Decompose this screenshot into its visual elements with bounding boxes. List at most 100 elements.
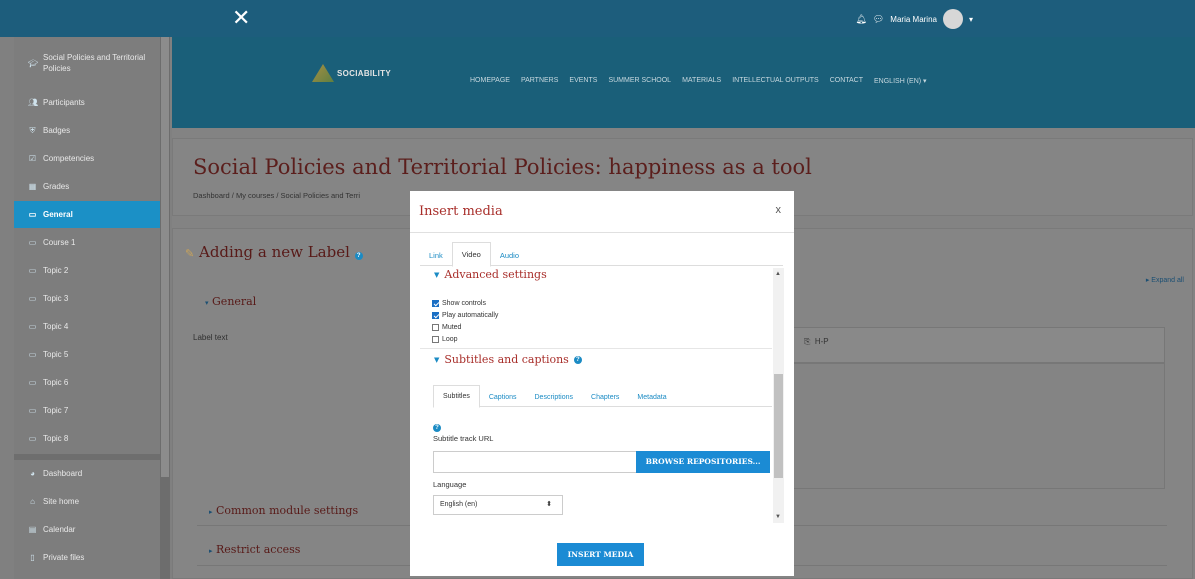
- scroll-down-icon[interactable]: ▼: [775, 514, 781, 520]
- drawer-scrollbar-thumb[interactable]: [161, 37, 169, 477]
- drawer-item-label: Dashboard: [43, 469, 83, 478]
- nav-language[interactable]: ENGLISH (EN) ▾: [874, 77, 927, 85]
- form-heading-text: Adding a new Label: [199, 243, 350, 261]
- home-icon: ⌂: [30, 497, 35, 506]
- restrict-access-label: Restrict access: [216, 543, 301, 556]
- section-divider: [420, 348, 772, 349]
- help-icon[interactable]: ?: [573, 355, 582, 364]
- tab-link[interactable]: Link: [420, 244, 452, 267]
- drawer-item-site-home[interactable]: ⌂ Site home: [14, 488, 160, 515]
- drawer-item-topic-2[interactable]: ▭ Topic 2: [14, 257, 160, 284]
- dialog-title: Insert media: [419, 204, 503, 219]
- nav-summer-school[interactable]: SUMMER SCHOOL: [608, 77, 671, 85]
- drawer-item-topic-4[interactable]: ▭ Topic 4: [14, 313, 160, 340]
- subtab-subtitles[interactable]: Subtitles: [433, 385, 480, 408]
- checkbox[interactable]: [432, 300, 439, 307]
- scroll-up-icon[interactable]: ▲: [775, 271, 781, 277]
- show-controls-checkbox[interactable]: Show controls: [432, 300, 486, 307]
- folder-icon: ▭: [28, 238, 37, 247]
- folder-icon: ▭: [28, 294, 37, 303]
- dialog-scrollbar-thumb[interactable]: [774, 374, 783, 478]
- help-icon[interactable]: ?: [433, 424, 441, 432]
- graduation-cap-icon: 🎓︎: [28, 58, 39, 68]
- site-header: SOCIABILITY HOMEPAGE PARTNERS EVENTS SUM…: [172, 37, 1195, 128]
- close-drawer-icon[interactable]: ✕: [232, 5, 250, 31]
- subtitle-tabs: Subtitles Captions Descriptions Chapters…: [433, 385, 676, 408]
- drawer-item-grades[interactable]: ▦ Grades: [14, 173, 160, 200]
- sociability-logo[interactable]: SOCIABILITY: [312, 64, 391, 82]
- expand-all-link[interactable]: ▸ Expand all: [1146, 276, 1184, 284]
- avatar[interactable]: [942, 9, 963, 29]
- pencil-icon: ✎: [185, 247, 195, 260]
- label-text-label: Label text: [193, 333, 228, 342]
- subtab-captions[interactable]: Captions: [480, 387, 526, 408]
- drawer-item-topic-5[interactable]: ▭ Topic 5: [14, 341, 160, 368]
- drawer-item-label: Private files: [43, 553, 85, 562]
- drawer-item-label: Competencies: [43, 154, 95, 163]
- drawer-item-badges[interactable]: ⛨ Badges: [14, 117, 160, 144]
- drawer-scrollbar[interactable]: [160, 37, 170, 579]
- close-icon[interactable]: x: [776, 204, 782, 216]
- drawer-item-dashboard[interactable]: ◕ Dashboard: [14, 460, 160, 487]
- tab-video[interactable]: Video: [451, 242, 491, 267]
- drawer-item-competencies[interactable]: ☑ Competencies: [14, 145, 160, 172]
- nav-contact[interactable]: CONTACT: [830, 77, 863, 85]
- subtitles-captions-toggle[interactable]: ▼ Subtitles and captions ?: [434, 353, 582, 366]
- general-section-toggle[interactable]: ▾ General: [205, 295, 256, 308]
- drawer-item-topic-6[interactable]: ▭ Topic 6: [14, 369, 160, 396]
- help-icon-wrap: ?: [433, 421, 441, 432]
- editor-tool-icon[interactable]: ⎘ H-P: [804, 337, 829, 347]
- caret-right-icon: ▸: [209, 508, 213, 516]
- nav-partners[interactable]: PARTNERS: [521, 77, 558, 85]
- drawer-item-general[interactable]: ▭ General: [14, 201, 160, 228]
- advanced-settings-toggle[interactable]: ▼ Advanced settings: [434, 268, 547, 281]
- drawer-item-label: Site home: [43, 497, 80, 506]
- page-title: Social Policies and Territorial Policies…: [193, 155, 812, 179]
- checkbox[interactable]: [432, 324, 439, 331]
- language-select[interactable]: English (en) ⬍: [433, 495, 563, 515]
- drawer-item-course[interactable]: 🎓︎ Social Policies and Territorial Polic…: [14, 41, 160, 85]
- subtab-descriptions[interactable]: Descriptions: [526, 387, 583, 408]
- bell-icon[interactable]: 🔔︎: [855, 14, 866, 25]
- site-nav: HOMEPAGE PARTNERS EVENTS SUMMER SCHOOL M…: [470, 77, 927, 85]
- checkbox-label: Play automatically: [442, 312, 499, 319]
- nav-intellectual-outputs[interactable]: INTELLECTUAL OUTPUTS: [732, 77, 818, 85]
- restrict-access-toggle[interactable]: ▸ Restrict access: [209, 543, 300, 556]
- checkbox[interactable]: [432, 336, 439, 343]
- drawer-item-topic-3[interactable]: ▭ Topic 3: [14, 285, 160, 312]
- drawer-item-topic-7[interactable]: ▭ Topic 7: [14, 397, 160, 424]
- user-menu-caret-icon[interactable]: ▾: [969, 15, 973, 24]
- play-automatically-checkbox[interactable]: Play automatically: [432, 312, 498, 319]
- drawer-item-private-files[interactable]: ▯ Private files: [14, 544, 160, 571]
- subtab-metadata[interactable]: Metadata: [628, 387, 675, 408]
- drawer-item-calendar[interactable]: ▤ Calendar: [14, 516, 160, 543]
- subtab-chapters[interactable]: Chapters: [582, 387, 628, 408]
- help-icon[interactable]: ?: [354, 252, 363, 260]
- loop-checkbox[interactable]: Loop: [432, 336, 458, 343]
- drawer-item-topic-8[interactable]: ▭ Topic 8: [14, 425, 160, 452]
- dialog-scroll-area[interactable]: ▼ Advanced settings Show controls Play a…: [420, 268, 794, 523]
- tab-audio[interactable]: Audio: [491, 244, 528, 267]
- insert-media-button[interactable]: INSERT MEDIA: [557, 543, 644, 566]
- drawer-item-participants[interactable]: 👥︎ Participants: [14, 89, 160, 116]
- calendar-icon: ▤: [28, 525, 37, 534]
- browse-repositories-button[interactable]: BROWSE REPOSITORIES...: [636, 451, 770, 473]
- nav-materials[interactable]: MATERIALS: [682, 77, 721, 85]
- dialog-header: Insert media x: [410, 191, 794, 233]
- subtitle-track-url-input[interactable]: [433, 451, 637, 473]
- users-icon: 👥︎: [28, 98, 39, 107]
- advanced-settings-label: Advanced settings: [444, 268, 547, 281]
- drawer-item-course-1[interactable]: ▭ Course 1: [14, 229, 160, 256]
- breadcrumb[interactable]: Dashboard / My courses / Social Policies…: [193, 191, 360, 200]
- nav-events[interactable]: EVENTS: [569, 77, 597, 85]
- user-name[interactable]: Maria Marina: [890, 15, 937, 24]
- label-text-editor[interactable]: [791, 363, 1165, 489]
- checkbox[interactable]: [432, 312, 439, 319]
- language-label: Language: [433, 480, 467, 489]
- common-module-settings-toggle[interactable]: ▸ Common module settings: [209, 504, 358, 517]
- chat-icon[interactable]: 💬︎: [873, 14, 884, 25]
- muted-checkbox[interactable]: Muted: [432, 324, 461, 331]
- caret-right-icon: ▸: [209, 547, 213, 555]
- nav-homepage[interactable]: HOMEPAGE: [470, 77, 510, 85]
- dialog-scrollbar[interactable]: ▲ ▼: [773, 268, 784, 523]
